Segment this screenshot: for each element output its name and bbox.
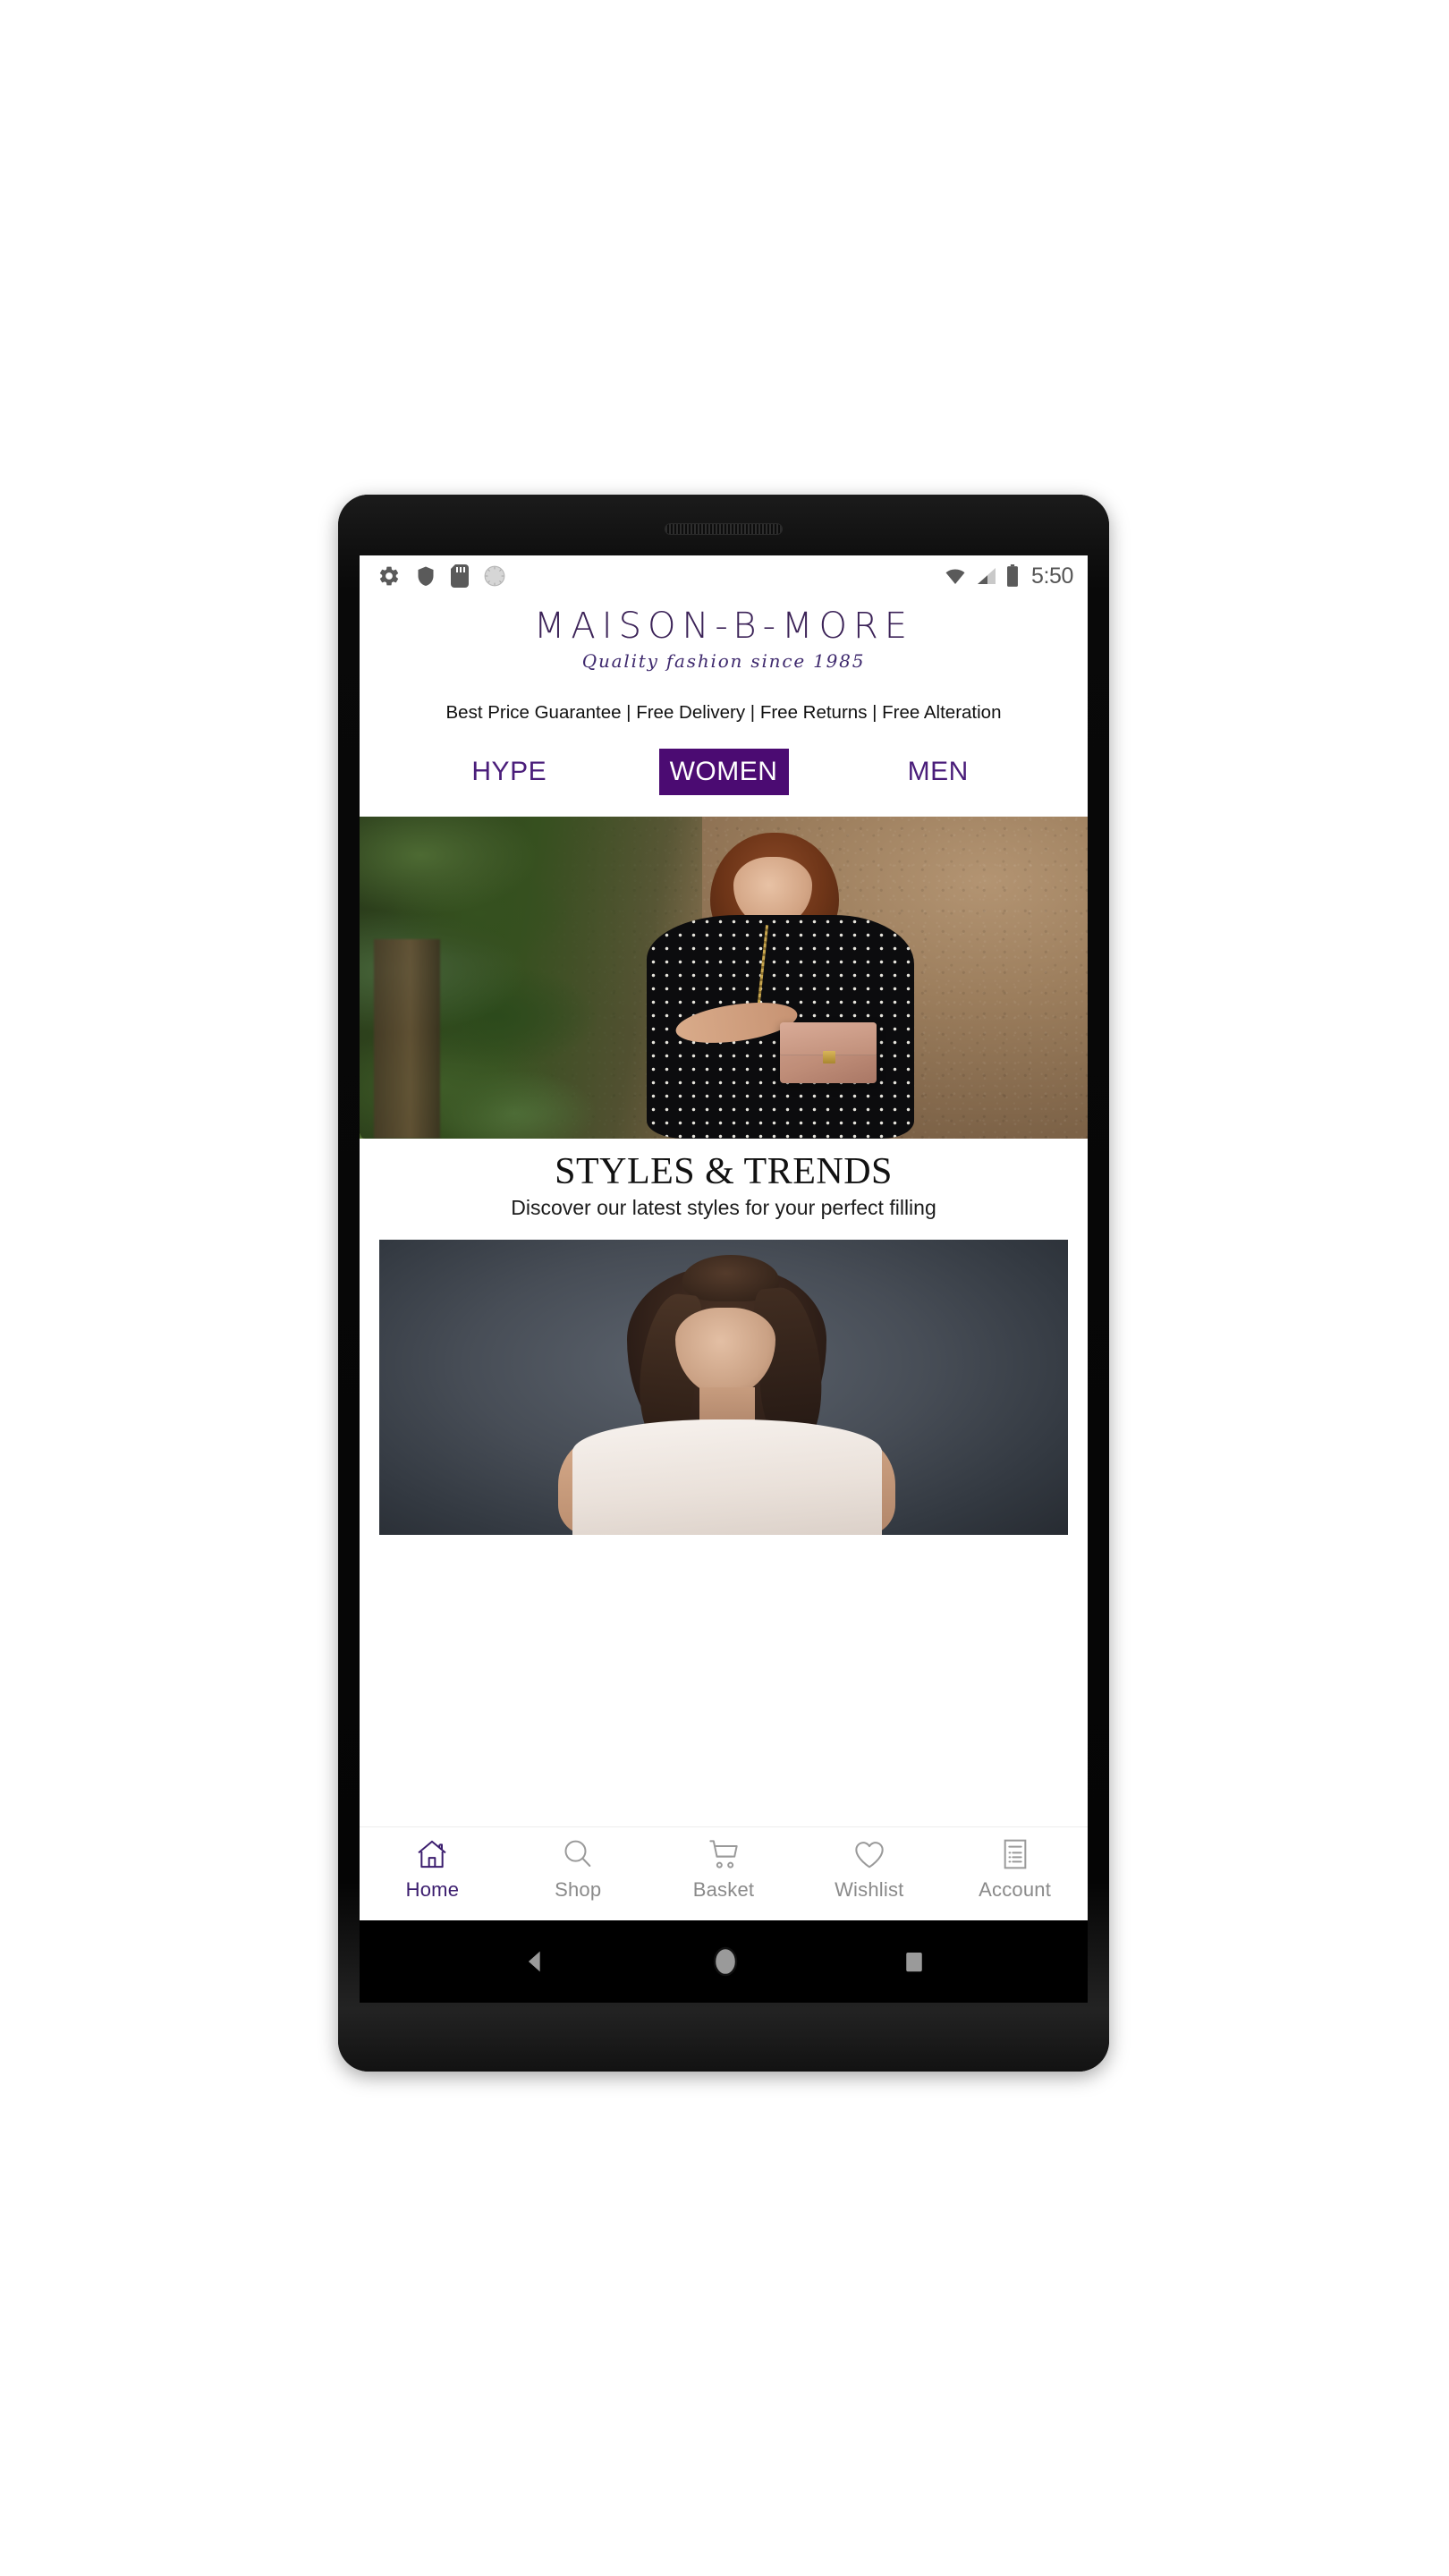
phone-screen: 5:50 MAISON-B-MORE Quality fashion since… bbox=[360, 555, 1088, 1920]
android-navigation-bar bbox=[360, 1920, 1088, 2003]
nav-item-basket[interactable]: Basket bbox=[651, 1836, 797, 1902]
brand-logo: MAISON-B-MORE bbox=[533, 606, 914, 647]
status-bar-left-icons bbox=[377, 564, 506, 588]
trend-product-image-card[interactable] bbox=[379, 1240, 1068, 1536]
wifi-icon bbox=[945, 569, 965, 584]
app-header: MAISON-B-MORE Quality fashion since 1985… bbox=[360, 597, 1088, 817]
search-icon bbox=[564, 1840, 591, 1867]
category-tab-hype[interactable]: HYPE bbox=[360, 749, 659, 795]
recents-button[interactable] bbox=[901, 1946, 928, 1977]
styles-and-trends-section: STYLES & TRENDS Discover our latest styl… bbox=[360, 1139, 1088, 1228]
nav-item-shop[interactable]: Shop bbox=[505, 1836, 651, 1902]
nav-label-shop: Shop bbox=[555, 1878, 602, 1901]
earpiece-speaker-grille bbox=[665, 523, 783, 535]
sd-card-icon bbox=[451, 564, 469, 588]
home-button[interactable] bbox=[709, 1944, 741, 1979]
category-tab-men[interactable]: MEN bbox=[789, 749, 1089, 795]
brand-tagline: Quality fashion since 1985 bbox=[581, 650, 866, 672]
document-list-icon bbox=[1004, 1839, 1026, 1869]
styles-section-title: STYLES & TRENDS bbox=[555, 1151, 893, 1192]
category-tab-bar: HYPE WOMEN MEN bbox=[360, 749, 1088, 817]
sync-circle-icon bbox=[484, 565, 505, 587]
bottom-navigation-bar: Home Shop Basket Wishlist Account bbox=[360, 1827, 1088, 1920]
status-bar-right-icons: 5:50 bbox=[943, 564, 1073, 589]
shield-icon bbox=[418, 566, 434, 586]
trend-model-figure bbox=[379, 1240, 1068, 1536]
status-bar-clock: 5:50 bbox=[1030, 563, 1073, 589]
nav-label-basket: Basket bbox=[692, 1878, 755, 1901]
category-tab-women[interactable]: WOMEN bbox=[658, 749, 789, 795]
gear-icon bbox=[379, 566, 399, 586]
nav-item-account[interactable]: Account bbox=[942, 1836, 1088, 1902]
hero-tree-trunk bbox=[374, 938, 440, 1139]
cart-icon bbox=[709, 1840, 738, 1868]
hero-model-figure bbox=[629, 833, 920, 1139]
hero-handbag bbox=[780, 1022, 877, 1084]
nav-item-wishlist[interactable]: Wishlist bbox=[796, 1836, 942, 1902]
home-icon bbox=[418, 1840, 447, 1868]
nav-item-home[interactable]: Home bbox=[360, 1836, 505, 1902]
android-status-bar: 5:50 bbox=[360, 555, 1088, 597]
back-button[interactable] bbox=[520, 1946, 550, 1977]
nav-label-wishlist: Wishlist bbox=[835, 1878, 904, 1901]
battery-icon bbox=[1006, 564, 1018, 587]
styles-section-subtitle: Discover our latest styles for your perf… bbox=[511, 1196, 936, 1220]
nav-label-account: Account bbox=[979, 1878, 1052, 1901]
nav-label-home: Home bbox=[405, 1878, 460, 1901]
hero-banner-image[interactable] bbox=[360, 817, 1088, 1139]
cellular-signal-icon bbox=[977, 568, 996, 584]
phone-device-frame: 5:50 MAISON-B-MORE Quality fashion since… bbox=[338, 495, 1109, 2072]
trend-white-top bbox=[572, 1419, 883, 1536]
promo-benefits-bar: Best Price Guarantee | Free Delivery | F… bbox=[445, 702, 1002, 723]
heart-icon bbox=[855, 1842, 884, 1868]
